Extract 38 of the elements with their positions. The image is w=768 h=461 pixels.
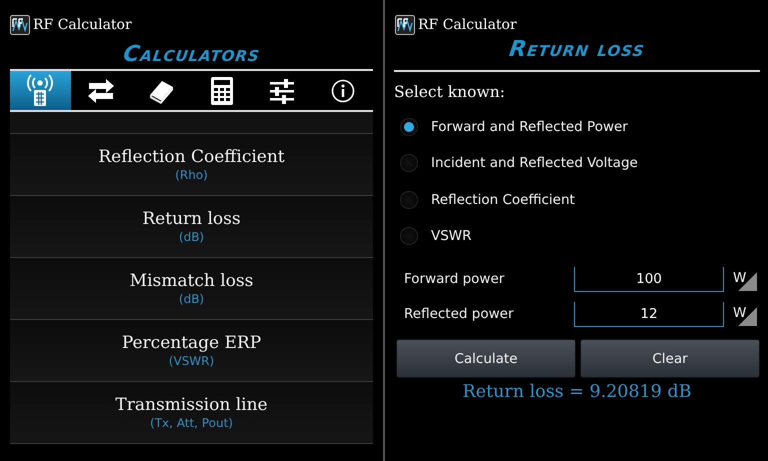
calculator-icon (210, 76, 234, 106)
input-field[interactable]: 100 (574, 266, 724, 292)
list-item[interactable]: Percentage ERP (VSWR) (10, 320, 373, 382)
screen-heading: Return loss (506, 38, 648, 62)
radio-option[interactable]: Reflection Coefficient (394, 182, 760, 218)
info-icon (330, 78, 355, 102)
item-subtitle: (Tx, Att, Pout) (150, 416, 233, 430)
app-logo-icon (10, 15, 30, 35)
radio-option[interactable]: VSWR (394, 218, 760, 254)
radio-option[interactable]: Incident and Reflected Voltage (394, 145, 760, 182)
list-item[interactable]: Return loss (dB) (10, 196, 373, 258)
list-item[interactable]: Reflection Coefficient (Rho) (10, 134, 373, 196)
select-known-label: Select known: (394, 83, 506, 101)
item-title: Reflection Coefficient (98, 147, 285, 167)
radio-option[interactable]: Forward and Reflected Power (394, 109, 760, 146)
screen-heading: Calculators (120, 43, 263, 69)
field-label: Reflected power (403, 306, 514, 322)
field-label: Forward power (403, 271, 506, 288)
action-button[interactable]: Clear (580, 339, 760, 378)
item-title: Transmission line (115, 395, 268, 415)
result-text: Return loss = 9.20819 dB (462, 382, 692, 402)
item-subtitle: (Rho) (175, 168, 208, 182)
app-title: RF Calculator (418, 17, 517, 33)
input-field[interactable]: 12 (574, 302, 724, 327)
item-subtitle: (VSWR) (168, 354, 214, 368)
item-title: Return loss (142, 209, 241, 229)
tab[interactable] (10, 71, 70, 110)
swap-arrows-icon (86, 78, 115, 104)
item-subtitle: (dB) (178, 230, 204, 244)
item-title: Percentage ERP (122, 333, 262, 353)
list-item[interactable]: Transmission line (Tx, Att, Pout) (10, 382, 373, 444)
item-subtitle: (dB) (178, 292, 204, 306)
list-item[interactable]: Mismatch loss (dB) (10, 258, 373, 320)
item-title: Mismatch loss (130, 271, 254, 291)
action-button[interactable]: Calculate (396, 339, 576, 378)
app-title: RF Calculator (33, 17, 132, 33)
app-logo-icon (395, 15, 415, 35)
sliders-icon (269, 78, 296, 104)
